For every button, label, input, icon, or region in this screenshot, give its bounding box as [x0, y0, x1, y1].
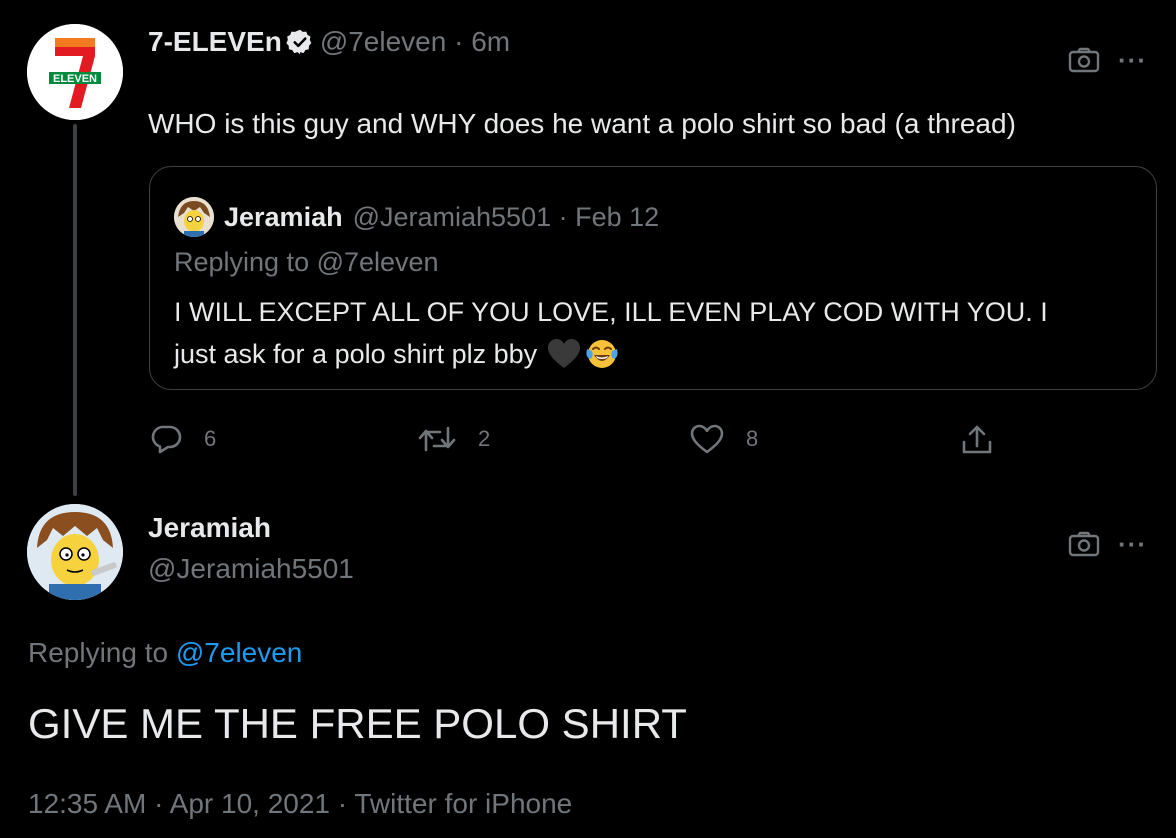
tweet-header: 7-ELEVEn @7eleven · 6m — [148, 26, 510, 58]
quoted-tweet-date: Feb 12 — [575, 201, 660, 232]
quoted-tweet-card[interactable]: Jeramiah @Jeramiah5501 · Feb 12 Replying… — [149, 166, 1157, 390]
share-icon — [962, 425, 992, 454]
quoted-text-line-2-row: just ask for a polo shirt plz bby — [174, 333, 1048, 375]
reply-author-avatar[interactable] — [27, 504, 123, 600]
quoted-author-avatar — [174, 197, 214, 237]
reply-action[interactable]: 6 — [150, 424, 216, 454]
quoted-text-line-2: just ask for a polo shirt plz bby — [174, 339, 538, 369]
time-separator: · — [446, 26, 472, 57]
tears-of-joy-icon — [586, 340, 618, 368]
tweet-timestamp-source[interactable]: 12:35 AM · Apr 10, 2021 · Twitter for iP… — [28, 788, 572, 820]
retweet-count: 2 — [478, 426, 491, 451]
retweet-icon — [418, 426, 456, 452]
replying-to-prefix: Replying to — [28, 637, 176, 668]
reply-tweet-text: GIVE ME THE FREE POLO SHIRT — [28, 700, 687, 747]
quoted-date-separator: · — [551, 201, 576, 232]
reply-author-name[interactable]: Jeramiah — [148, 512, 271, 544]
black-heart-icon — [548, 339, 581, 368]
author-handle[interactable]: @7eleven — [320, 26, 447, 58]
reply-icon — [151, 425, 182, 454]
like-action[interactable]: 8 — [690, 424, 758, 454]
seven-eleven-avatar[interactable]: ELEVEN — [27, 24, 123, 120]
more-options-icon[interactable]: ··· — [1118, 47, 1147, 73]
quoted-tweet-header: Jeramiah @Jeramiah5501 · Feb 12 — [174, 197, 659, 237]
quoted-author-handle[interactable]: @Jeramiah5501 — [353, 202, 552, 233]
quoted-author-name[interactable]: Jeramiah — [224, 202, 343, 233]
camera-icon[interactable] — [1068, 46, 1100, 74]
tweet-text: WHO is this guy and WHY does he want a p… — [148, 108, 1016, 139]
quoted-tweet-text: I WILL EXCEPT ALL OF YOU LOVE, ILL EVEN … — [174, 291, 1048, 375]
svg-text:ELEVEN: ELEVEN — [53, 73, 97, 85]
author-display-name[interactable]: 7-ELEVEn — [148, 26, 282, 58]
reply-count: 6 — [204, 426, 217, 451]
heart-icon — [690, 424, 724, 454]
like-count: 8 — [746, 426, 759, 451]
thread-connector-line — [73, 124, 77, 496]
reply-replying-to: Replying to @7eleven — [28, 637, 302, 669]
replying-to-mention-link[interactable]: @7eleven — [176, 637, 303, 668]
more-options-icon[interactable]: ··· — [1118, 531, 1147, 557]
verified-badge-icon — [286, 29, 312, 55]
quoted-replying-to: Replying to @7eleven — [174, 247, 439, 277]
tweet-top-actions: ··· — [1068, 46, 1147, 74]
retweet-action[interactable]: 2 — [418, 424, 490, 454]
cartoon-avatar-icon — [27, 504, 123, 600]
share-action[interactable] — [960, 424, 1016, 456]
tweet-time[interactable]: 6m — [471, 26, 510, 58]
quoted-text-line-1: I WILL EXCEPT ALL OF YOU LOVE, ILL EVEN … — [174, 297, 1048, 327]
reply-top-actions: ··· — [1068, 530, 1147, 558]
reply-author-handle[interactable]: @Jeramiah5501 — [148, 553, 354, 585]
seven-eleven-logo-icon: ELEVEN — [27, 24, 123, 120]
camera-icon[interactable] — [1068, 530, 1100, 558]
